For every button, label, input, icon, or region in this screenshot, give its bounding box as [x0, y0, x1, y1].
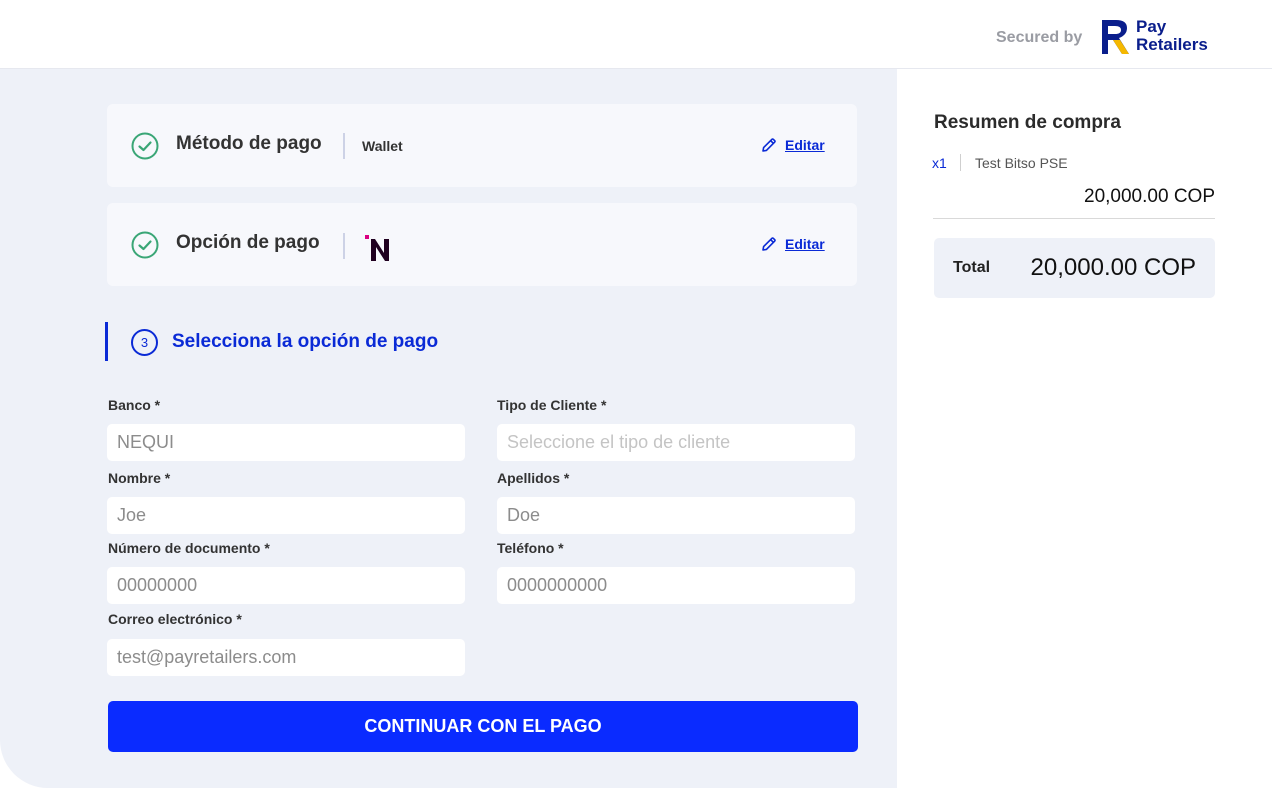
documento-label: Número de documento *	[108, 540, 270, 556]
pencil-icon	[762, 138, 776, 152]
summary-divider	[933, 218, 1215, 219]
payment-option-card: Opción de pago Editar	[107, 203, 857, 286]
edit-label: Editar	[785, 137, 825, 153]
current-step-heading: 3 Selecciona la opción de pago	[105, 322, 505, 361]
payretailers-wordmark: Pay Retailers	[1136, 18, 1208, 54]
secured-by-label: Secured by	[996, 29, 1083, 46]
check-circle-icon	[131, 231, 159, 259]
step-title: Selecciona la opción de pago	[172, 331, 439, 352]
banco-label: Banco *	[108, 397, 161, 413]
apellidos-label: Apellidos *	[497, 470, 570, 486]
payment-option-title: Opción de pago	[176, 232, 320, 253]
item-quantity: x1	[932, 155, 947, 171]
payment-method-card: Método de pago Wallet Editar	[107, 104, 857, 187]
edit-payment-option-link[interactable]: Editar	[761, 236, 825, 252]
brand-line-1: Pay	[1136, 17, 1167, 36]
check-circle-icon	[131, 132, 159, 160]
divider	[343, 233, 345, 259]
item-name: Test Bitso PSE	[975, 155, 1068, 171]
payretailers-logo: Pay Retailers	[1100, 18, 1220, 58]
nombre-label: Nombre *	[108, 470, 171, 486]
telefono-label: Teléfono *	[497, 540, 564, 556]
apellidos-field[interactable]: Doe	[497, 497, 855, 534]
item-price: 20,000.00 COP	[1084, 186, 1215, 207]
summary-title: Resumen de compra	[934, 112, 1121, 133]
edit-label: Editar	[785, 236, 825, 252]
correo-label: Correo electrónico *	[108, 611, 242, 627]
total-label: Total	[953, 259, 991, 276]
nequi-logo-icon	[365, 235, 389, 261]
pencil-icon	[762, 237, 776, 251]
total-value: 20,000.00 COP	[1030, 254, 1196, 281]
continue-payment-button[interactable]: CONTINUAR CON EL PAGO	[108, 701, 858, 752]
total-box: Total 20,000.00 COP	[934, 238, 1215, 298]
tipo-cliente-label: Tipo de Cliente *	[497, 397, 607, 413]
tipo-cliente-select[interactable]: Seleccione el tipo de cliente	[497, 424, 855, 461]
top-bar: Secured by Pay Retailers	[0, 0, 1272, 69]
payment-method-value: Wallet	[362, 138, 403, 154]
brand-line-2: Retailers	[1136, 35, 1208, 54]
nombre-field[interactable]: Joe	[107, 497, 465, 534]
telefono-field[interactable]: 0000000000	[497, 567, 855, 604]
payretailers-mark-icon	[1102, 20, 1129, 54]
divider	[343, 133, 345, 159]
step-number-badge: 3	[131, 329, 158, 356]
edit-payment-method-link[interactable]: Editar	[761, 137, 825, 153]
divider	[960, 154, 961, 171]
correo-field[interactable]: test@payretailers.com	[107, 639, 465, 676]
payment-method-title: Método de pago	[176, 133, 322, 154]
documento-field[interactable]: 00000000	[107, 567, 465, 604]
banco-field[interactable]: NEQUI	[107, 424, 465, 461]
